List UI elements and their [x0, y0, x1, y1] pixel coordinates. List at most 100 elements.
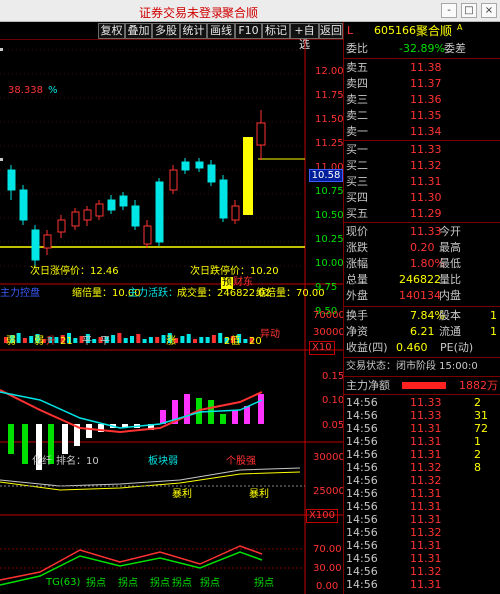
volume-bar — [16, 333, 21, 343]
stat-value: 1 — [490, 325, 497, 338]
sector-axis-label: 30000 — [313, 452, 345, 463]
stock-code: 605166 — [374, 24, 416, 37]
add-favorite-button[interactable]: +自选 — [290, 23, 319, 51]
tick-volume: 72 — [474, 422, 488, 435]
edge-marker — [0, 48, 3, 51]
weibi-row: 委比 -32.89% 委差 — [346, 42, 466, 55]
tick-price: 11.31 — [410, 448, 442, 461]
volume-bar — [186, 334, 191, 343]
stat-label: 量比 — [439, 273, 461, 286]
tick-row: 14:56 11.32 — [344, 474, 500, 487]
minimize-button[interactable]: - — [441, 3, 457, 18]
back-button[interactable]: 返回 — [319, 23, 343, 39]
stat-label: 换手 — [346, 309, 368, 322]
bid-label: 买一 — [346, 143, 368, 156]
tick-price: 11.31 — [410, 487, 442, 500]
tick-time: 14:56 — [346, 461, 378, 474]
kline-chart-area[interactable]: 12.00 11.75 11.50 11.25 11.00 10.75 10.5… — [0, 40, 345, 594]
limit-up-candle — [243, 137, 253, 215]
macd-bar — [184, 394, 190, 424]
tick-row: 14:56 11.31 1 — [344, 435, 500, 448]
tick-volume: 2 — [474, 448, 481, 461]
volume-bar — [92, 339, 97, 343]
tick-time: 14:56 — [346, 422, 378, 435]
overlay-button[interactable]: 叠加 — [125, 23, 152, 39]
tick-row: 14:56 11.31 — [344, 578, 500, 591]
tick-row: 14:56 11.31 — [344, 500, 500, 513]
volume-bar — [193, 339, 197, 343]
mark-button[interactable]: 标记 — [262, 23, 290, 39]
stock-strength: 个股强 — [226, 456, 256, 467]
sector-line-yellow — [0, 471, 301, 491]
price-axis-label: 10.00 — [315, 258, 344, 269]
volume-axis-label: 30000 — [313, 327, 345, 338]
f10-button[interactable]: F10 — [235, 23, 262, 39]
tick-row: 14:56 11.31 2 — [344, 448, 500, 461]
close-button[interactable]: × — [481, 3, 497, 18]
candle-body — [195, 161, 204, 169]
tick-time: 14:56 — [346, 396, 378, 409]
ask-row: 卖五 11.38 — [344, 60, 500, 76]
draw-line-button[interactable]: 画线 — [207, 23, 235, 39]
ask-row: 卖四 11.37 — [344, 76, 500, 92]
stat-label: 总量 — [346, 273, 368, 286]
ask-label: 卖三 — [346, 93, 368, 106]
candle-body — [169, 169, 178, 191]
stat-label: 现价 — [346, 225, 368, 238]
price-axis-label: 10.75 — [315, 186, 344, 197]
stat-value: 140134 — [399, 289, 441, 302]
macd-bar — [86, 424, 92, 438]
candle-body — [207, 164, 216, 183]
stat-value: 246822 — [399, 273, 441, 286]
candle-body — [7, 169, 16, 191]
candle-body — [155, 181, 164, 243]
tick-row: 14:56 11.33 31 — [344, 409, 500, 422]
chart-canvas[interactable] — [0, 40, 343, 594]
price-axis-label: 10.25 — [315, 234, 344, 245]
tick-time: 14:56 — [346, 552, 378, 565]
sector-strength: 板块弱 — [148, 456, 178, 467]
current-price-tag: 10.58 — [309, 169, 343, 182]
macd-axis-label: 0.10 — [322, 395, 345, 406]
bid-label: 买三 — [346, 175, 368, 188]
stat-row: 涨幅 1.80% 最低 — [344, 256, 500, 272]
tick-row: 14:56 11.32 — [344, 565, 500, 578]
sector-line — [0, 467, 301, 487]
volume-bar — [111, 335, 116, 343]
stat-row: 换手 7.84% 股本 1 — [344, 308, 500, 324]
osc-bottom-label: 拐点 — [254, 578, 274, 589]
tick-row: 14:56 11.31 — [344, 487, 500, 500]
bid-row: 买四 11.30 — [344, 190, 500, 206]
bid-price: 11.32 — [410, 159, 442, 172]
volume-bar — [117, 333, 122, 343]
multi-stock-button[interactable]: 多股 — [152, 23, 180, 39]
ask-row: 卖一 11.34 — [344, 124, 500, 140]
stat-value: 11.33 — [410, 225, 442, 238]
stat-label: 外盘 — [346, 289, 368, 302]
candle-body — [143, 225, 152, 245]
ask-price: 11.34 — [410, 125, 442, 138]
stat-label: 最高 — [439, 241, 461, 254]
tick-row: 14:56 11.32 — [344, 526, 500, 539]
volume-bar — [130, 336, 134, 343]
stat-label: 涨幅 — [346, 257, 368, 270]
quote-panel: L 605166 聚合顺 A 委比 -32.89% 委差 卖五 11.38 卖四 11… — [343, 22, 500, 594]
macd-axis-label: 0.15 — [322, 371, 345, 382]
volume-bar — [148, 337, 153, 343]
fuquan-button[interactable]: 复权 — [98, 23, 125, 39]
volume-bar — [142, 339, 147, 343]
stat-row: 现价 11.33 今开 — [344, 224, 500, 240]
macd-bar — [22, 424, 28, 464]
bid-row: 买三 11.31 — [344, 174, 500, 190]
trade-status: 交易状态：闭市阶段 15:00:0 — [346, 361, 478, 372]
login-status-text[interactable]: 证券交易未登录 — [139, 4, 223, 21]
bid-price: 11.31 — [410, 175, 442, 188]
volume-multiplier: X10 — [309, 341, 335, 355]
stock-header: L 605166 聚合顺 A — [344, 22, 500, 40]
maximize-button[interactable]: □ — [461, 3, 477, 18]
candle-body — [119, 195, 128, 207]
tick-price: 11.32 — [410, 526, 442, 539]
sector-name: 化纤 — [32, 456, 52, 467]
statistics-button[interactable]: 统计 — [180, 23, 207, 39]
volume-bar — [155, 337, 160, 343]
